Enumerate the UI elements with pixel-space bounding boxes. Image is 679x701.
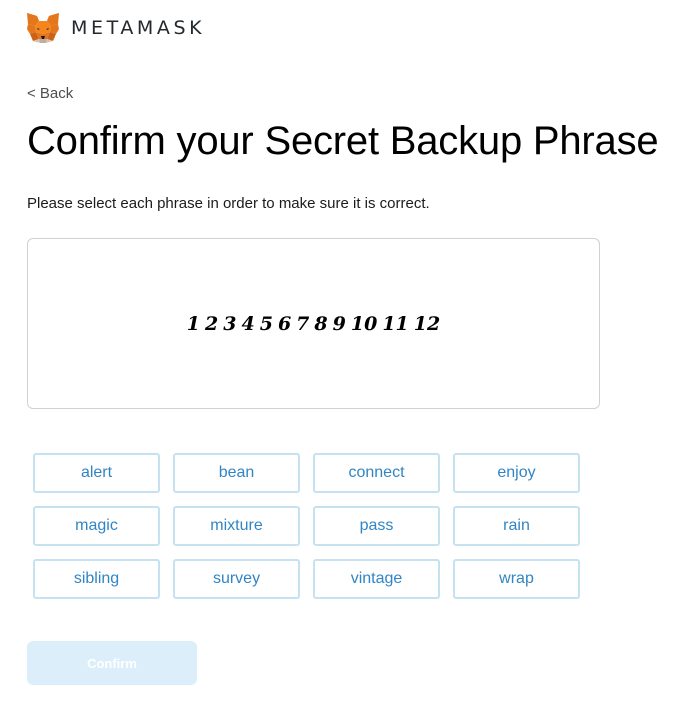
phrase-slot: 11 <box>382 312 409 335</box>
word-option-magic[interactable]: magic <box>33 506 160 546</box>
brand-wordmark: METAMASK <box>71 17 206 39</box>
phrase-slot: 7 <box>296 312 310 335</box>
selected-phrase-area[interactable]: 1 2 3 4 5 6 7 8 9 10 11 12 <box>27 238 600 409</box>
word-option-sibling[interactable]: sibling <box>33 559 160 599</box>
phrase-slot: 5 <box>259 312 273 335</box>
word-option-wrap[interactable]: wrap <box>453 559 580 599</box>
phrase-slot: 9 <box>332 312 346 335</box>
phrase-slot: 4 <box>241 312 255 335</box>
phrase-slot: 2 <box>205 312 219 335</box>
phrase-slot: 12 <box>413 312 441 335</box>
word-options-grid: alert bean connect enjoy magic mixture pass rai… <box>33 453 580 599</box>
phrase-slot: 3 <box>223 312 237 335</box>
phrase-slot: 10 <box>350 312 378 335</box>
word-option-enjoy[interactable]: enjoy <box>453 453 580 493</box>
word-option-connect[interactable]: connect <box>313 453 440 493</box>
app-header: METAMASK <box>26 11 205 45</box>
page-title: Confirm your Secret Backup Phrase <box>27 119 659 163</box>
word-option-alert[interactable]: alert <box>33 453 160 493</box>
metamask-fox-icon <box>27 13 59 43</box>
back-link[interactable]: < Back <box>27 85 73 102</box>
word-option-survey[interactable]: survey <box>173 559 300 599</box>
word-option-vintage[interactable]: vintage <box>313 559 440 599</box>
word-option-bean[interactable]: bean <box>173 453 300 493</box>
word-option-rain[interactable]: rain <box>453 506 580 546</box>
page-subtitle: Please select each phrase in order to ma… <box>27 195 430 212</box>
word-option-mixture[interactable]: mixture <box>173 506 300 546</box>
phrase-slot: 1 <box>186 312 200 335</box>
word-option-pass[interactable]: pass <box>313 506 440 546</box>
phrase-slot: 8 <box>314 312 328 335</box>
phrase-slot-list: 1 2 3 4 5 6 7 8 9 10 11 12 <box>187 313 440 335</box>
phrase-slot: 6 <box>277 312 292 335</box>
confirm-button[interactable]: Confirm <box>27 641 197 685</box>
